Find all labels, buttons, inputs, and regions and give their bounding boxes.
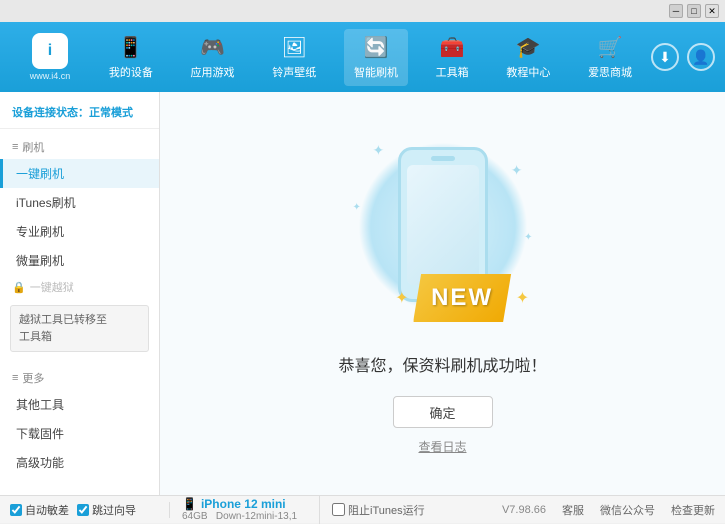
sidebar-item-pro-flash[interactable]: 专业刷机 — [0, 217, 159, 246]
nav-apps-games-label: 应用游戏 — [191, 64, 235, 80]
auto-flash-input[interactable] — [10, 504, 22, 516]
sidebar: 设备连接状态：正常模式 ≡ 刷机 一键刷机 iTunes刷机 专业刷机 微量刷机… — [0, 92, 160, 495]
maximize-button[interactable]: □ — [687, 4, 701, 18]
section-flash: ≡ 刷机 — [0, 135, 159, 159]
locked-label: 一键越狱 — [30, 279, 74, 295]
flash-section-label: 刷机 — [22, 139, 44, 155]
apps-games-icon: 🎮 — [200, 35, 225, 60]
minimize-button[interactable]: ─ — [669, 4, 683, 18]
device-name: 📱 iPhone 12 mini — [182, 497, 307, 511]
header: i www.i4.cn 📱 我的设备 🎮 应用游戏 🖼 铃声壁纸 🔄 智能刷机 … — [0, 22, 725, 92]
locked-section: 🔒 一键越狱 — [0, 275, 159, 299]
block-itunes-checkbox[interactable] — [332, 503, 345, 516]
flash-section-icon: ≡ — [12, 141, 18, 153]
phone-notch — [431, 156, 455, 161]
nav-apps-games[interactable]: 🎮 应用游戏 — [181, 29, 245, 86]
phone-screen — [407, 165, 479, 285]
sparkle-1: ✦ — [373, 142, 385, 159]
device-info-panel: 📱 iPhone 12 mini 64GB Down-12mini-13,1 — [170, 495, 320, 524]
block-itunes-label: 阻止iTunes运行 — [348, 502, 425, 518]
block-itunes[interactable]: 阻止iTunes运行 — [320, 502, 437, 518]
header-right: ⬇ 👤 — [651, 43, 715, 71]
toolbox-icon: 🧰 — [440, 35, 465, 60]
success-message: 恭喜您，保资料刷机成功啦！ — [338, 352, 546, 376]
logo: i www.i4.cn — [10, 33, 90, 81]
jailbreak-notice: 越狱工具已转移至工具箱 — [10, 305, 149, 352]
sidebar-item-download-firmware[interactable]: 下载固件 — [0, 419, 159, 448]
skip-wizard-checkbox[interactable]: 跳过向导 — [77, 502, 136, 518]
mall-icon: 🛒 — [598, 35, 623, 60]
ribbon-inner: NEW — [413, 274, 511, 322]
auto-flash-checkbox[interactable]: 自动敏差 — [10, 502, 69, 518]
view-log-link[interactable]: 查看日志 — [418, 438, 466, 455]
update-link[interactable]: 检查更新 — [671, 502, 715, 518]
bottom-checkboxes: 自动敏差 跳过向导 — [10, 502, 170, 518]
version-label: V7.98.66 — [502, 504, 546, 516]
auto-flash-label: 自动敏差 — [25, 502, 69, 518]
nav-toolbox[interactable]: 🧰 工具箱 — [426, 29, 479, 86]
nav-ringtones[interactable]: 🖼 铃声壁纸 — [262, 29, 326, 86]
logo-icon: i — [32, 33, 68, 69]
more-section-label: 更多 — [22, 370, 44, 386]
nav-my-device[interactable]: 📱 我的设备 — [99, 29, 163, 86]
device-phone-icon: 📱 — [182, 497, 197, 511]
sidebar-item-other-tools[interactable]: 其他工具 — [0, 390, 159, 419]
new-ribbon: ✦ NEW ✦ — [413, 274, 511, 322]
titlebar: ─ □ ✕ — [0, 0, 725, 22]
sidebar-item-micro-flash[interactable]: 微量刷机 — [0, 246, 159, 275]
smart-flash-icon: 🔄 — [364, 35, 389, 60]
bottom-right-info: V7.98.66 客服 微信公众号 检查更新 — [502, 502, 715, 518]
my-device-icon: 📱 — [118, 35, 143, 60]
skip-wizard-label: 跳过向导 — [92, 502, 136, 518]
main-container: 设备连接状态：正常模式 ≡ 刷机 一键刷机 iTunes刷机 专业刷机 微量刷机… — [0, 92, 725, 495]
nav-smart-flash[interactable]: 🔄 智能刷机 — [344, 29, 408, 86]
ribbon-star-right: ✦ — [516, 288, 529, 308]
sidebar-item-one-click-flash[interactable]: 一键刷机 — [0, 159, 159, 188]
sidebar-item-advanced[interactable]: 高级功能 — [0, 448, 159, 477]
sparkle-3: ✦ — [353, 202, 361, 213]
nav-ringtones-label: 铃声壁纸 — [272, 64, 316, 80]
wechat-link[interactable]: 微信公众号 — [600, 502, 655, 518]
skip-wizard-input[interactable] — [77, 504, 89, 516]
user-button[interactable]: 👤 — [687, 43, 715, 71]
sparkle-2: ✦ — [511, 162, 523, 179]
nav-bar: 📱 我的设备 🎮 应用游戏 🖼 铃声壁纸 🔄 智能刷机 🧰 工具箱 🎓 教程中心… — [90, 29, 651, 86]
nav-mall-label: 爱思商城 — [588, 64, 632, 80]
bottombar: 自动敏差 跳过向导 📱 iPhone 12 mini 64GB Down-12m… — [0, 495, 725, 523]
ringtones-icon: 🖼 — [282, 35, 307, 60]
section-more: ≡ 更多 — [0, 366, 159, 390]
status-label: 设备连接状态： — [12, 107, 89, 119]
lock-icon: 🔒 — [12, 281, 26, 294]
nav-mall[interactable]: 🛒 爱思商城 — [578, 29, 642, 86]
nav-smart-flash-label: 智能刷机 — [354, 64, 398, 80]
status-value: 正常模式 — [89, 107, 133, 119]
device-details: 64GB Down-12mini-13,1 — [182, 511, 307, 522]
nav-toolbox-label: 工具箱 — [436, 64, 469, 80]
notice-text: 越狱工具已转移至工具箱 — [19, 314, 107, 343]
logo-text: www.i4.cn — [30, 71, 71, 81]
confirm-button[interactable]: 确定 — [393, 396, 493, 428]
sidebar-item-itunes-flash[interactable]: iTunes刷机 — [0, 188, 159, 217]
close-button[interactable]: ✕ — [705, 4, 719, 18]
nav-tutorials[interactable]: 🎓 教程中心 — [496, 29, 560, 86]
service-link[interactable]: 客服 — [562, 502, 584, 518]
success-illustration: ✦ ✦ ✦ ✦ ✦ NEW ✦ — [343, 132, 543, 332]
ribbon-star-left: ✦ — [395, 288, 408, 308]
download-button[interactable]: ⬇ — [651, 43, 679, 71]
connection-status: 设备连接状态：正常模式 — [0, 100, 159, 129]
tutorials-icon: 🎓 — [516, 35, 541, 60]
nav-my-device-label: 我的设备 — [109, 64, 153, 80]
sparkle-4: ✦ — [524, 232, 532, 243]
content-area: ✦ ✦ ✦ ✦ ✦ NEW ✦ 恭喜您，保资料刷机成功啦！ 确定 查看日志 — [160, 92, 725, 495]
new-badge-text: NEW — [431, 284, 493, 311]
more-section-icon: ≡ — [12, 372, 18, 384]
nav-tutorials-label: 教程中心 — [506, 64, 550, 80]
